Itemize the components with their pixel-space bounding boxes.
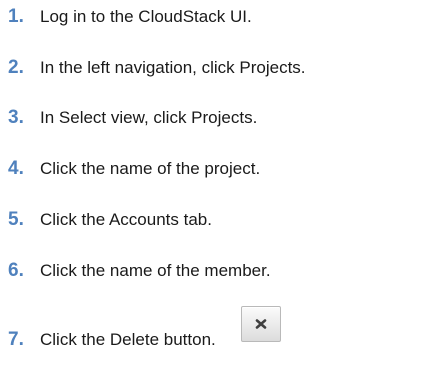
step-number: 4. — [8, 158, 24, 179]
step-text: Click the Delete button. — [40, 330, 216, 349]
step-number: 2. — [8, 57, 24, 78]
step-6: 6. Click the name of the member. — [8, 260, 271, 282]
step-1: 1. Log in to the CloudStack UI. — [8, 6, 252, 28]
step-number: 6. — [8, 260, 24, 281]
step-text: Click the name of the member. — [40, 261, 271, 280]
step-number: 7. — [8, 329, 24, 350]
step-text: Click the Accounts tab. — [40, 210, 212, 229]
step-text: Log in to the CloudStack UI. — [40, 7, 252, 26]
step-3: 3. In Select view, click Projects. — [8, 107, 257, 129]
step-text: Click the name of the project. — [40, 159, 261, 178]
step-text: In Select view, click Projects. — [40, 108, 258, 127]
step-number: 1. — [8, 6, 24, 27]
step-number: 3. — [8, 107, 24, 128]
step-2: 2. In the left navigation, click Project… — [8, 57, 306, 79]
step-number: 5. — [8, 209, 24, 230]
close-icon — [253, 317, 269, 331]
delete-button[interactable] — [241, 306, 281, 342]
step-5: 5. Click the Accounts tab. — [8, 209, 212, 231]
step-text: In the left navigation, click Projects. — [40, 58, 306, 77]
instruction-list: 1. Log in to the CloudStack UI. 2. In th… — [0, 0, 440, 372]
step-4: 4. Click the name of the project. — [8, 158, 260, 180]
step-7: 7. Click the Delete button. — [8, 329, 216, 351]
